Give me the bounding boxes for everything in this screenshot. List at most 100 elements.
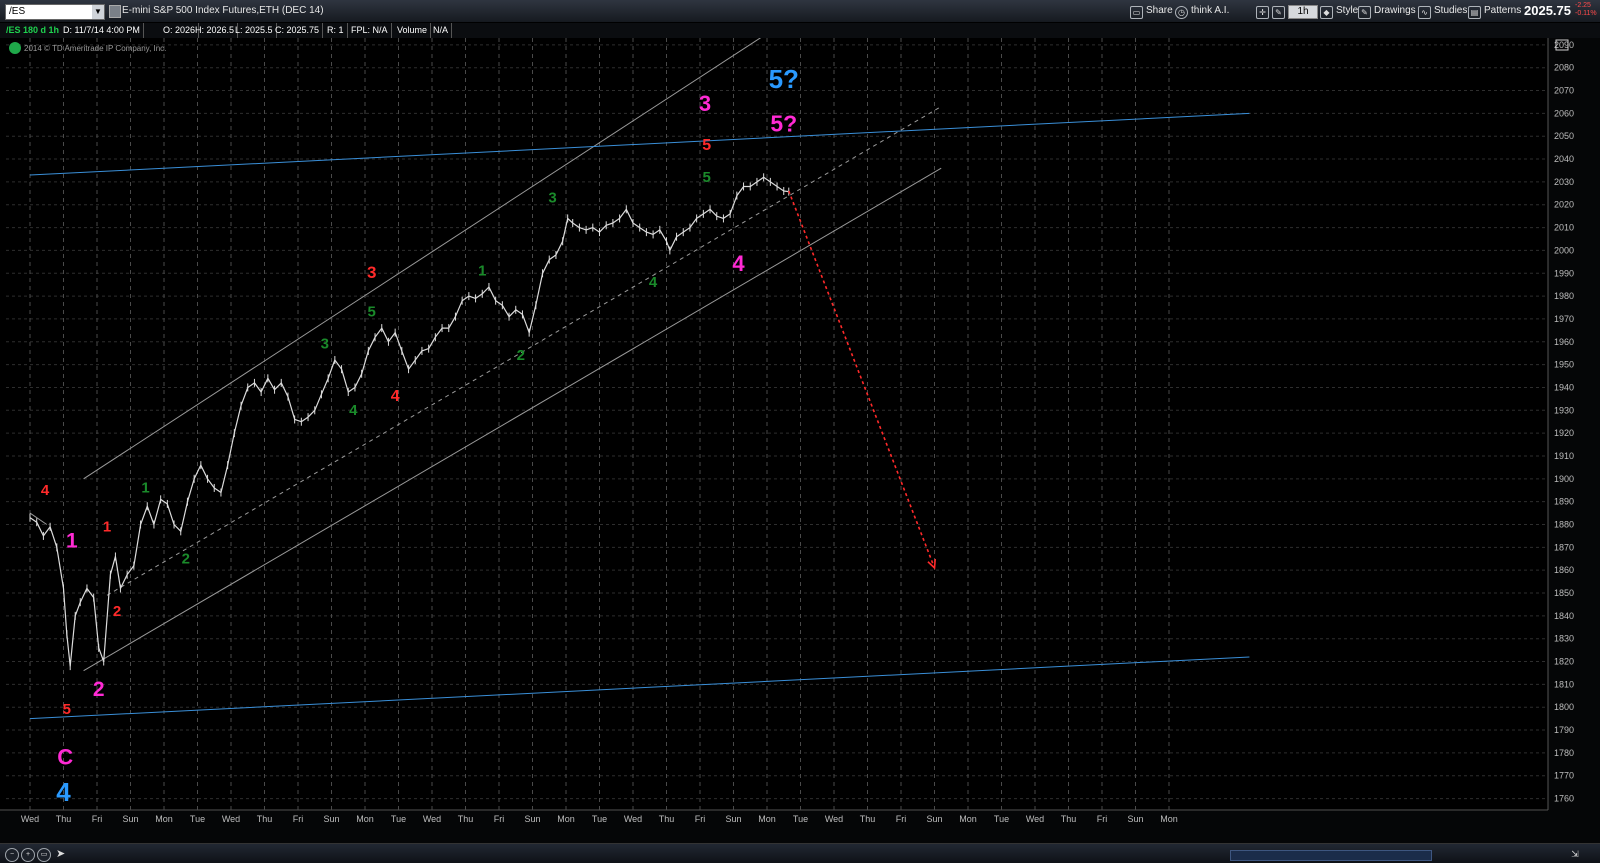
x-tick-label: Thu (1061, 814, 1077, 824)
share-label: Share (1146, 5, 1173, 16)
y-tick-label: 1980 (1554, 291, 1574, 301)
y-tick-label: 1830 (1554, 634, 1574, 644)
wave-label: 1 (66, 529, 78, 552)
time-scrollbar[interactable] (1230, 850, 1432, 861)
wave-label: 5 (702, 137, 711, 154)
last-price: 2025.75 (1524, 3, 1571, 18)
fpl: FPL: N/A (348, 23, 392, 38)
x-tick-label: Thu (659, 814, 675, 824)
x-tick-label: Wed (624, 814, 642, 824)
x-tick-label: Wed (825, 814, 843, 824)
y-tick-label: 2010 (1554, 223, 1574, 233)
chevron-down-icon[interactable]: ▼ (92, 5, 104, 19)
style-icon: ◆ (1320, 6, 1333, 19)
x-tick-label: Sun (1127, 814, 1143, 824)
y-tick-label: 2060 (1554, 108, 1574, 118)
symbol-input[interactable]: /ES ▼ (5, 4, 105, 20)
x-tick-label: Mon (959, 814, 977, 824)
y-tick-label: 1930 (1554, 405, 1574, 415)
x-tick-label: Wed (21, 814, 39, 824)
price-chart[interactable]: 1760 1770 1780 1790 1800 1810 1820 1830 1840 1850… (0, 38, 1600, 843)
wave-label: 2 (93, 678, 105, 701)
think-ai-button[interactable]: ◷ think A.I. (1175, 3, 1229, 19)
wrench-icon: ✎ (1272, 6, 1285, 19)
x-tick-label: Mon (758, 814, 776, 824)
think-label: think A.I. (1191, 5, 1230, 16)
wave-label: 1 (103, 518, 111, 535)
wave-label: 5? (770, 111, 797, 137)
wave-label: 5? (769, 64, 799, 94)
volume-value: N/A (430, 23, 453, 38)
wave-label: 4 (649, 274, 658, 291)
wave-label: 2 (113, 603, 121, 620)
net-change: -2.25 (1575, 2, 1591, 9)
x-tick-label: Sun (926, 814, 942, 824)
volume-label: Volume (394, 23, 432, 38)
y-tick-label: 1780 (1554, 748, 1574, 758)
x-tick-label: Tue (190, 814, 205, 824)
crosshair-tool-button[interactable]: ✛ (1256, 3, 1272, 19)
y-tick-label: 1870 (1554, 542, 1574, 552)
x-tick-label: Mon (155, 814, 173, 824)
bottom-bar: − + ▭ ➤ ⇲ (0, 843, 1600, 863)
bar-r: R: 1 (324, 23, 348, 38)
share-icon: ▭ (1130, 6, 1143, 19)
wave-label: 5 (703, 169, 711, 186)
x-tick-label: Tue (994, 814, 1009, 824)
drawings-button[interactable]: ✎ Drawings (1358, 3, 1416, 19)
td-logo-icon (9, 42, 21, 54)
y-tick-label: 1960 (1554, 337, 1574, 347)
studies-button[interactable]: ∿ Studies (1418, 3, 1467, 19)
y-tick-label: 1970 (1554, 314, 1574, 324)
x-tick-label: Wed (1026, 814, 1044, 824)
x-tick-label: Thu (860, 814, 876, 824)
wave-label: 5 (63, 701, 71, 718)
clock-icon: ◷ (1175, 6, 1188, 19)
y-tick-label: 1990 (1554, 268, 1574, 278)
y-tick-label: 2020 (1554, 200, 1574, 210)
y-tick-label: 1810 (1554, 679, 1574, 689)
studies-label: Studies (1434, 5, 1468, 16)
zoom-fit-icon[interactable]: ▭ (37, 848, 51, 862)
x-tick-label: Thu (56, 814, 72, 824)
y-tick-label: 1850 (1554, 588, 1574, 598)
wave-label: 3 (367, 263, 376, 282)
x-tick-label: Mon (1160, 814, 1178, 824)
status-bar: /ES 180 d 1h D: 11/7/14 4:00 PM O: 2026 … (0, 23, 1600, 39)
y-tick-label: 2070 (1554, 86, 1574, 96)
crosshair-icon: ✛ (1256, 6, 1269, 19)
bar-close: C: 2025.75 (272, 23, 324, 38)
y-tick-label: 2000 (1554, 245, 1574, 255)
wave-label: 3 (321, 336, 329, 353)
timeframe-selector[interactable]: 1h (1288, 5, 1318, 19)
expand-icon[interactable]: ⇲ (1570, 849, 1580, 859)
settings-tool-button[interactable]: ✎ (1272, 3, 1288, 19)
studies-icon: ∿ (1418, 6, 1431, 19)
instrument-title: E-mini S&P 500 Index Futures,ETH (DEC 14… (122, 5, 324, 16)
patterns-button[interactable]: ▤ Patterns (1468, 3, 1521, 19)
cursor-icon[interactable]: ➤ (56, 847, 65, 861)
wave-label: 4 (349, 402, 358, 419)
wave-label: 1 (478, 263, 486, 280)
wave-label: 5 (368, 304, 376, 321)
x-tick-label: Thu (458, 814, 474, 824)
y-tick-label: 2050 (1554, 131, 1574, 141)
wave-label: 3 (548, 189, 556, 206)
symbol-text: /ES (9, 6, 26, 17)
share-button[interactable]: ▭ Share (1130, 3, 1173, 19)
x-tick-label: Fri (92, 814, 103, 824)
x-tick-label: Mon (356, 814, 374, 824)
y-tick-label: 2080 (1554, 63, 1574, 73)
y-tick-label: 1820 (1554, 657, 1574, 667)
y-tick-label: 2090 (1554, 40, 1574, 50)
app-window: /ES ▼ E-mini S&P 500 Index Futures,ETH (… (0, 0, 1600, 863)
zoom-in-icon[interactable]: + (21, 848, 35, 862)
patterns-label: Patterns (1484, 5, 1522, 16)
style-button[interactable]: ◆ Style (1320, 3, 1358, 19)
x-tick-label: Tue (592, 814, 607, 824)
y-tick-label: 1910 (1554, 451, 1574, 461)
x-tick-label: Sun (725, 814, 741, 824)
copyright-text: 2014 © TD Ameritrade IP Company, Inc. (24, 44, 166, 53)
zoom-out-icon[interactable]: − (5, 848, 19, 862)
wave-label: 1 (141, 480, 149, 497)
